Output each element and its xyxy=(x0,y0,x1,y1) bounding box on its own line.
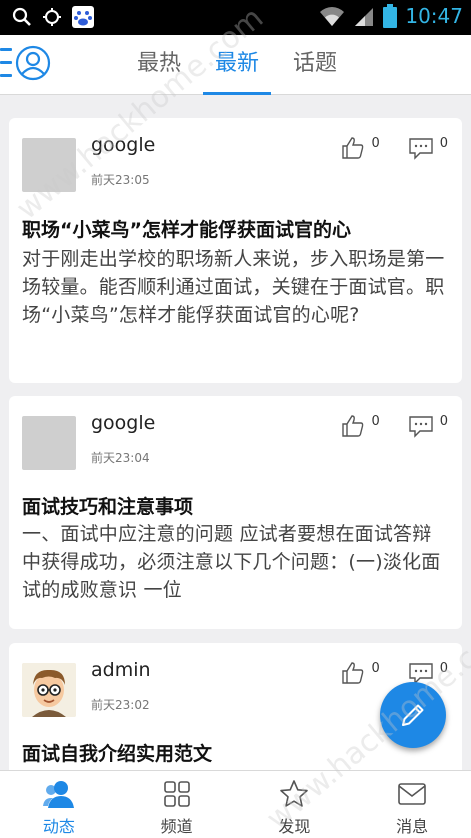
like-button[interactable]: 0 xyxy=(341,661,380,685)
baidu-icon xyxy=(72,6,94,28)
like-button[interactable]: 0 xyxy=(341,136,380,160)
comment-button[interactable]: 0 xyxy=(408,136,448,160)
comment-count: 0 xyxy=(439,136,448,151)
status-bar: 10:47 xyxy=(0,0,471,35)
nav-label: 消息 xyxy=(396,817,429,836)
comment-count: 0 xyxy=(439,661,448,676)
cartoon-avatar-icon xyxy=(22,663,76,717)
nav-item-feed[interactable]: 动态 xyxy=(0,771,118,838)
nav-label: 频道 xyxy=(160,817,193,836)
nav-label: 发现 xyxy=(278,817,311,836)
clock: 10:47 xyxy=(405,4,463,28)
like-button[interactable]: 0 xyxy=(341,414,380,438)
comment-icon xyxy=(409,138,433,160)
search-icon xyxy=(12,7,32,27)
post-card[interactable]: google 前天23:05 0 0 职场“小菜鸟”怎样才能俘获面试官的心 对于… xyxy=(9,118,462,383)
post-stats: 0 0 xyxy=(341,136,448,160)
post-thumbnail[interactable] xyxy=(22,416,76,470)
like-count: 0 xyxy=(371,136,380,151)
post-stats: 0 0 xyxy=(341,414,448,438)
post-title[interactable]: 面试自我介绍实用范文 xyxy=(22,739,212,766)
post-author[interactable]: google xyxy=(91,134,155,156)
pencil-icon xyxy=(402,704,424,726)
tab-topics[interactable]: 话题 xyxy=(276,35,354,95)
people-icon xyxy=(0,779,118,809)
signal-icon xyxy=(353,5,375,27)
feed-tabs: 最热 最新 话题 xyxy=(120,35,354,95)
thumbs-up-icon xyxy=(342,137,364,159)
post-thumbnail[interactable] xyxy=(22,138,76,192)
author-avatar[interactable] xyxy=(22,663,76,717)
nav-item-discover[interactable]: 发现 xyxy=(236,771,354,838)
post-title[interactable]: 面试技巧和注意事项 xyxy=(22,492,193,519)
comment-button[interactable]: 0 xyxy=(408,414,448,438)
wifi-icon xyxy=(319,5,345,27)
post-time: 前天23:05 xyxy=(91,173,150,187)
comment-icon xyxy=(409,416,433,438)
bottom-navigation: 动态 频道 发现 消息 xyxy=(0,770,471,838)
nav-label: 动态 xyxy=(42,817,75,836)
battery-icon xyxy=(383,4,398,28)
post-feed[interactable]: google 前天23:05 0 0 职场“小菜鸟”怎样才能俘获面试官的心 对于… xyxy=(0,95,471,770)
star-icon xyxy=(236,779,354,809)
post-card[interactable]: google 前天23:04 0 0 面试技巧和注意事项 一、面试中应注意的问题… xyxy=(9,396,462,629)
comment-count: 0 xyxy=(439,414,448,429)
envelope-icon xyxy=(353,779,471,809)
top-header: 最热 最新 话题 xyxy=(0,35,471,95)
status-notification-icons xyxy=(12,6,94,28)
post-time: 前天23:02 xyxy=(91,698,150,712)
tab-latest[interactable]: 最新 xyxy=(198,35,276,95)
thumbs-up-icon xyxy=(342,662,364,684)
thumbs-up-icon xyxy=(342,415,364,437)
compose-post-button[interactable] xyxy=(380,682,446,748)
tab-hot[interactable]: 最热 xyxy=(120,35,198,95)
post-author[interactable]: google xyxy=(91,412,155,434)
drawer-indicator[interactable] xyxy=(0,46,12,80)
post-time: 前天23:04 xyxy=(91,451,150,465)
nav-item-messages[interactable]: 消息 xyxy=(353,771,471,838)
status-system-icons: 10:47 xyxy=(319,4,463,28)
user-profile-button[interactable] xyxy=(15,45,51,81)
location-icon xyxy=(42,7,62,27)
like-count: 0 xyxy=(371,414,380,429)
post-stats: 0 0 xyxy=(341,661,448,685)
user-icon xyxy=(15,45,51,81)
post-excerpt[interactable]: 对于刚走出学校的职场新人来说，步入职场是第一场较量。能否顺利通过面试，关键在于面… xyxy=(22,245,447,329)
post-title[interactable]: 职场“小菜鸟”怎样才能俘获面试官的心 xyxy=(22,215,351,242)
nav-item-channels[interactable]: 频道 xyxy=(118,771,236,838)
like-count: 0 xyxy=(371,661,380,676)
post-excerpt[interactable]: 一、面试中应注意的问题 应试者要想在面试答辩中获得成功，必须注意以下几个问题：(… xyxy=(22,520,447,604)
post-author[interactable]: admin xyxy=(91,659,151,681)
grid-icon xyxy=(118,779,236,809)
